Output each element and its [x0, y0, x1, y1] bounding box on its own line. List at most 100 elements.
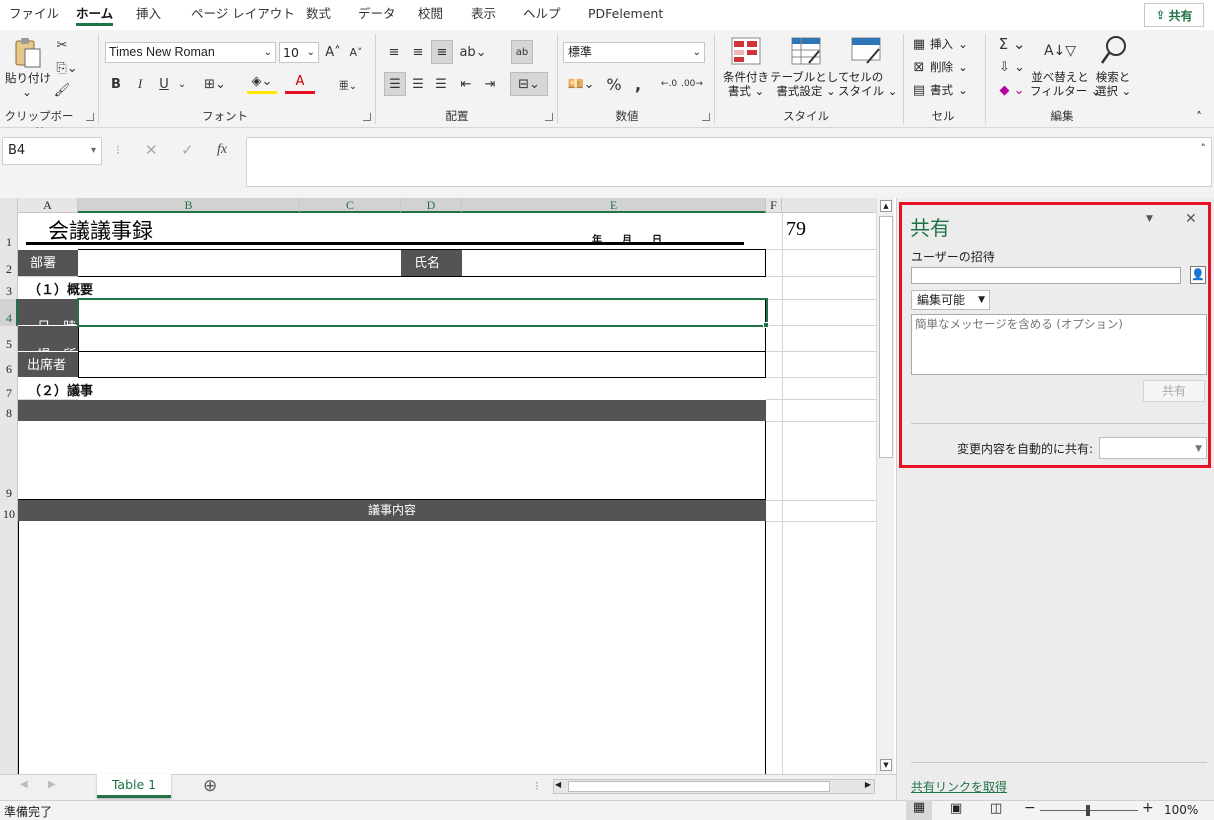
- scroll-thumb[interactable]: [879, 216, 893, 458]
- row-header-6[interactable]: 6: [0, 362, 18, 377]
- page-layout-view-icon[interactable]: ▣: [950, 801, 962, 816]
- share-button[interactable]: ⇪ 共有: [1144, 3, 1204, 27]
- fill-color-icon[interactable]: ◈⌄: [247, 72, 277, 94]
- format-painter-icon[interactable]: 🖌: [54, 81, 71, 99]
- clear-icon[interactable]: ◆ ⌄: [995, 81, 1029, 99]
- font-size-select[interactable]: 10 ⌄: [279, 42, 319, 63]
- permission-select[interactable]: 編集可能 ▼: [911, 290, 990, 310]
- font-color-icon[interactable]: A: [285, 72, 315, 94]
- row-header-9[interactable]: 9: [0, 486, 18, 501]
- number-format-select[interactable]: 標準 ⌄: [563, 42, 705, 63]
- scroll-up-icon[interactable]: ▲: [880, 200, 892, 212]
- font-name-select[interactable]: Times New Roman ⌄: [105, 42, 276, 63]
- dept-label-cell[interactable]: 部署: [18, 250, 78, 276]
- content-header-cell[interactable]: 議事内容: [18, 500, 766, 521]
- increase-font-icon[interactable]: A˄: [323, 42, 343, 62]
- collapse-ribbon-icon[interactable]: ˄: [1196, 110, 1202, 124]
- conditional-format-icon[interactable]: [730, 36, 762, 66]
- place-label-cell[interactable]: 場 所: [18, 326, 78, 363]
- selected-cell-b4[interactable]: [77, 298, 768, 327]
- underline-dropdown-icon[interactable]: ⌄: [176, 74, 188, 94]
- tab-file[interactable]: ファイル: [9, 0, 59, 28]
- row-header-2[interactable]: 2: [0, 262, 18, 277]
- name-label-cell[interactable]: 氏名: [401, 250, 462, 276]
- column-header-b[interactable]: B: [78, 198, 300, 213]
- sheet-title[interactable]: 会議議事録: [48, 215, 153, 245]
- decrease-font-icon[interactable]: A˅: [346, 42, 366, 62]
- conditional-format-button[interactable]: 条件付き 書式 ⌄: [718, 70, 774, 98]
- cell-styles-button[interactable]: セルの スタイル ⌄: [838, 70, 897, 98]
- insert-cells-icon[interactable]: ▦: [910, 36, 928, 52]
- attendees-label-cell[interactable]: 出席者: [18, 352, 78, 377]
- column-header-f[interactable]: F: [766, 198, 782, 213]
- format-as-table-button[interactable]: テーブルとして 書式設定 ⌄: [770, 70, 849, 98]
- cell-f1[interactable]: 79: [786, 218, 806, 241]
- tab-insert[interactable]: 挿入: [136, 0, 161, 28]
- datetime-label-cell[interactable]: 日 時: [18, 299, 78, 335]
- scroll-down-icon[interactable]: ▼: [880, 759, 892, 771]
- tab-formulas[interactable]: 数式: [306, 0, 331, 28]
- row-header-8[interactable]: 8: [0, 406, 18, 421]
- copy-icon[interactable]: ⎘⌄: [54, 59, 80, 77]
- sort-filter-button[interactable]: 並べ替えと フィルター ⌄: [1030, 70, 1101, 98]
- page-break-view-icon[interactable]: ◫: [990, 801, 1002, 816]
- tab-review[interactable]: 校閲: [418, 0, 443, 28]
- align-center-icon[interactable]: ☰: [408, 74, 428, 94]
- zoom-out-icon[interactable]: −: [1024, 800, 1036, 816]
- phonetic-icon[interactable]: 亜⌄: [333, 74, 363, 94]
- prev-sheet-icon[interactable]: ◀: [20, 779, 28, 790]
- underline-button[interactable]: U: [154, 74, 174, 94]
- section1-heading[interactable]: （１）概要: [28, 279, 93, 298]
- decrease-decimal-icon[interactable]: .00→: [681, 74, 703, 94]
- row-header-3[interactable]: 3: [0, 284, 18, 299]
- horizontal-scrollbar[interactable]: ◀ ▶: [553, 779, 875, 794]
- select-all-corner[interactable]: [0, 198, 18, 213]
- row-header-1[interactable]: 1: [0, 235, 18, 250]
- row-header-4[interactable]: 4: [0, 311, 18, 326]
- tab-view[interactable]: 表示: [471, 0, 496, 28]
- tab-data[interactable]: データ: [358, 0, 396, 28]
- share-submit-button[interactable]: 共有: [1143, 380, 1205, 402]
- border-icon[interactable]: ⊞⌄: [200, 74, 230, 94]
- cell-styles-icon[interactable]: [850, 36, 882, 66]
- column-header-d[interactable]: D: [401, 198, 462, 213]
- zoom-slider[interactable]: [1040, 805, 1138, 816]
- cut-icon[interactable]: ✂: [54, 37, 70, 53]
- agenda-header-cell[interactable]: 議 題: [18, 400, 766, 437]
- normal-view-icon[interactable]: ▦: [906, 800, 932, 820]
- fill-handle[interactable]: [763, 322, 769, 328]
- sheet-tab-table1[interactable]: Table 1: [97, 774, 171, 798]
- paste-button[interactable]: [6, 36, 50, 70]
- align-middle-icon[interactable]: ≡: [408, 42, 428, 62]
- decrease-indent-icon[interactable]: ⇤: [456, 74, 476, 94]
- sort-filter-icon[interactable]: A↓▽: [1043, 36, 1077, 66]
- delete-cells-icon[interactable]: ⊠: [910, 59, 928, 75]
- insert-cells-button[interactable]: 挿入: [930, 37, 958, 51]
- number-launcher-icon[interactable]: [702, 113, 710, 121]
- confirm-entry-icon[interactable]: ✓: [181, 141, 194, 159]
- percent-icon[interactable]: %: [604, 74, 624, 94]
- format-as-table-icon[interactable]: [790, 36, 822, 66]
- paste-label[interactable]: 貼り付け: [4, 71, 52, 85]
- scroll-left-icon[interactable]: ◀: [555, 780, 561, 789]
- alignment-launcher-icon[interactable]: [545, 113, 553, 121]
- column-header-e[interactable]: E: [462, 198, 766, 213]
- align-right-icon[interactable]: ☰: [431, 74, 451, 94]
- name-box[interactable]: B4 ▾: [2, 137, 102, 165]
- bold-button[interactable]: B: [106, 74, 126, 94]
- merge-center-icon[interactable]: ⊟⌄: [510, 72, 548, 96]
- next-sheet-icon[interactable]: ▶: [48, 779, 56, 790]
- paste-dropdown-icon[interactable]: ⌄: [20, 85, 34, 99]
- align-top-icon[interactable]: ≡: [384, 42, 404, 62]
- zoom-level[interactable]: 100%: [1164, 803, 1198, 817]
- find-select-button[interactable]: 検索と 選択 ⌄: [1088, 70, 1138, 98]
- close-icon[interactable]: ✕: [1185, 211, 1197, 227]
- column-header-c[interactable]: C: [300, 198, 401, 213]
- vertical-scrollbar[interactable]: ▲ ▼: [876, 198, 894, 774]
- formula-input[interactable]: ˄: [246, 137, 1212, 187]
- delete-cells-button[interactable]: 削除: [930, 60, 958, 74]
- row-header-5[interactable]: 5: [0, 337, 18, 352]
- increase-indent-icon[interactable]: ⇥: [480, 74, 500, 94]
- comma-icon[interactable]: ,: [630, 74, 646, 94]
- address-book-icon[interactable]: 👤: [1190, 266, 1206, 284]
